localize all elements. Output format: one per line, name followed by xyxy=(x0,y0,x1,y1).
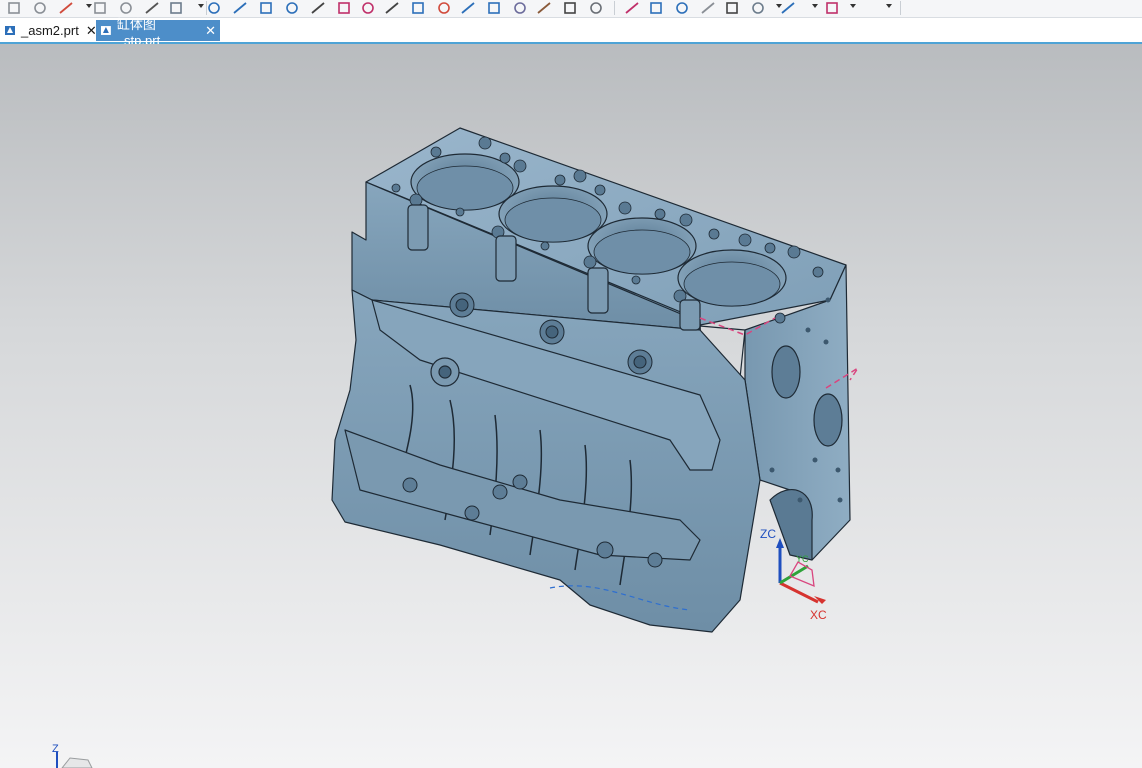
toolbar-separator xyxy=(206,1,207,15)
zoom-icon[interactable] xyxy=(621,0,643,16)
document-tab-bar: _asm2.prt ✕ 缸体图_stp.prt ✕ xyxy=(0,17,1142,48)
circle-icon[interactable] xyxy=(433,0,455,16)
chevron-down-icon[interactable] xyxy=(850,4,856,8)
xc-label: XC xyxy=(810,608,827,622)
spline-icon[interactable] xyxy=(333,0,355,16)
toolbar-separator xyxy=(614,1,615,15)
view-triad: Z xyxy=(52,743,93,768)
yc-label: YC xyxy=(796,554,809,564)
part-file-icon xyxy=(100,26,111,35)
display-icon[interactable] xyxy=(777,0,799,16)
chevron-down-icon[interactable] xyxy=(776,4,782,8)
z-label: Z xyxy=(52,743,59,755)
tab-label: _asm2.prt xyxy=(21,23,79,38)
circle-center-icon[interactable] xyxy=(407,0,429,16)
move-handle-icon[interactable] xyxy=(229,0,251,16)
arc-icon[interactable] xyxy=(307,0,329,16)
engine-block-model[interactable]: ZC XC YC Z xyxy=(0,44,1142,768)
toolbar-separator xyxy=(900,1,901,15)
intersection-icon[interactable] xyxy=(457,0,479,16)
tab-label: 缸体图_stp.prt xyxy=(116,16,161,48)
view-orient-icon[interactable] xyxy=(747,0,769,16)
part-file-icon xyxy=(5,26,15,35)
bisector-icon[interactable] xyxy=(381,0,403,16)
grid-icon[interactable] xyxy=(533,0,555,16)
select-arrow-icon[interactable] xyxy=(29,0,51,16)
show-hide-icon[interactable] xyxy=(821,0,843,16)
chevron-down-icon[interactable] xyxy=(886,4,892,8)
tab-asm2[interactable]: _asm2.prt ✕ xyxy=(0,20,101,41)
fit-view-icon[interactable] xyxy=(585,0,607,16)
zc-label: ZC xyxy=(760,527,776,541)
pan-icon[interactable] xyxy=(671,0,693,16)
table-icon[interactable] xyxy=(559,0,581,16)
point-icon[interactable] xyxy=(89,0,111,16)
close-icon[interactable]: ✕ xyxy=(205,23,216,39)
line-segment-icon[interactable] xyxy=(483,0,505,16)
sketch-icon[interactable] xyxy=(509,0,531,16)
layers-icon[interactable] xyxy=(697,0,719,16)
rotate-icon[interactable] xyxy=(645,0,667,16)
line-icon[interactable] xyxy=(255,0,277,16)
filter-icon[interactable] xyxy=(3,0,25,16)
chevron-down-icon[interactable] xyxy=(812,4,818,8)
tab-cylinder-block[interactable]: 缸体图_stp.prt ✕ xyxy=(96,17,220,48)
graphics-viewport[interactable]: ZC XC YC Z xyxy=(0,44,1142,768)
chevron-down-icon[interactable] xyxy=(198,4,204,8)
curve-icon[interactable] xyxy=(357,0,379,16)
edit-line-icon[interactable] xyxy=(281,0,303,16)
snap-point-icon[interactable] xyxy=(55,0,77,16)
render-style-icon[interactable] xyxy=(721,0,743,16)
chevron-down-icon[interactable] xyxy=(86,4,92,8)
